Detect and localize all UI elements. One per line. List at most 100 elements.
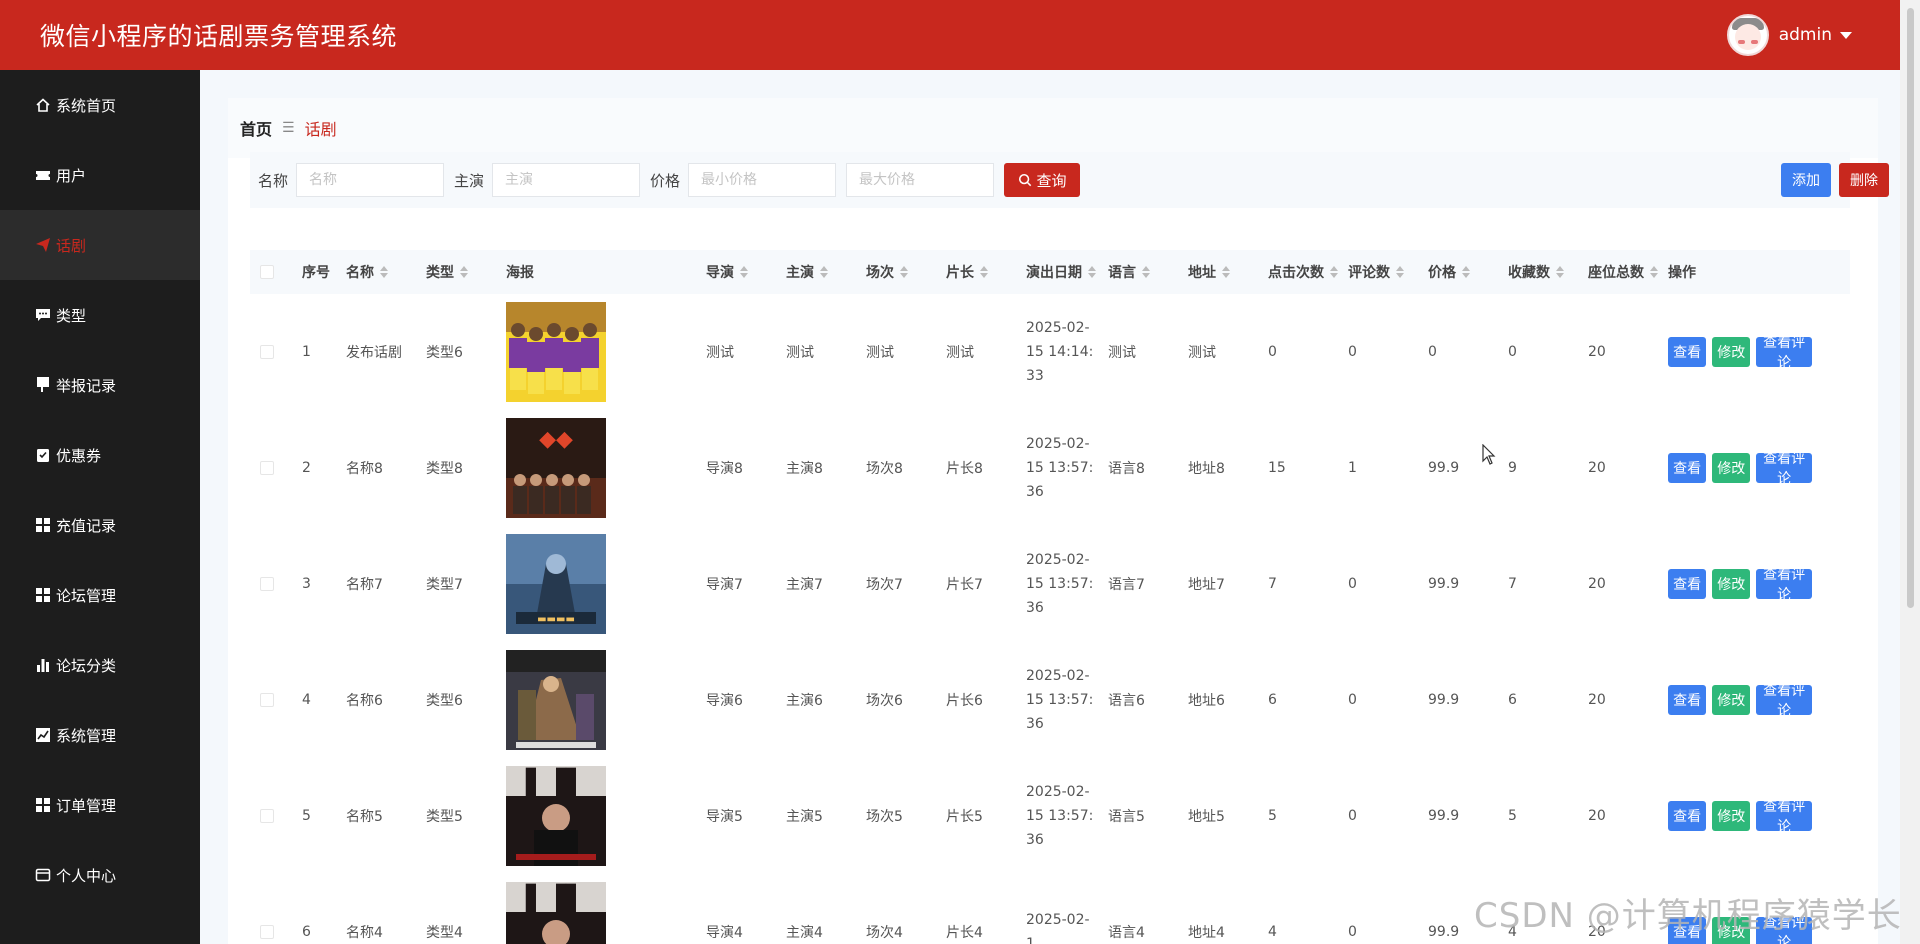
delete-button[interactable]: 删除 [1839,163,1889,197]
comment-icon [34,306,52,324]
table-row[interactable]: 5 名称5 类型5 ▌▐▌ 导演5 主演5 场次5 片长5 2025-02-15 13:57:3… [250,758,1850,874]
sidebar-item-report[interactable]: 举报记录 [0,350,200,420]
view-comments-button[interactable]: 查看评论 [1756,683,1812,719]
header-language[interactable]: 语言 [1108,262,1188,282]
view-button[interactable]: 查看 [1668,685,1707,715]
header-label: 操作 [1668,265,1696,281]
sort-caret-icon[interactable] [380,266,388,278]
scrollbar[interactable] [1900,0,1920,944]
cell-no: 3 [302,576,346,592]
sidebar-item-coupon[interactable]: 优惠券 [0,420,200,490]
breadcrumb-home[interactable]: 首页 [240,116,272,140]
sort-caret-icon[interactable] [900,266,908,278]
header-price[interactable]: 价格 [1428,262,1508,282]
header-comments[interactable]: 评论数 [1348,262,1428,282]
cell-text: 片长4 [946,925,983,941]
name-input[interactable] [296,163,445,197]
edit-button[interactable]: 修改 [1712,453,1751,483]
cell-director: 导演6 [706,690,786,710]
username[interactable]: admin [1779,25,1832,45]
actor-input[interactable] [492,163,641,197]
header-type[interactable]: 类型 [426,262,506,282]
sort-caret-icon[interactable] [740,266,748,278]
table-row[interactable]: 1 发布话剧 类型6 测试 测试 测试 测试 2025-02-15 14:14:33 测试 测试 0… [250,294,1850,410]
sort-caret-icon[interactable] [1462,266,1470,278]
row-checkbox[interactable] [260,693,274,707]
header-seats[interactable]: 座位总数 [1588,262,1668,282]
select-all-checkbox[interactable] [260,265,274,279]
header-name[interactable]: 名称 [346,262,426,282]
header-actor[interactable]: 主演 [786,262,866,282]
user-menu[interactable]: admin [1726,14,1900,56]
sort-caret-icon[interactable] [1650,266,1658,278]
row-checkbox[interactable] [260,577,274,591]
sort-caret-icon[interactable] [1556,266,1564,278]
add-button[interactable]: 添加 [1781,163,1831,197]
view-comments-button[interactable]: 查看评论 [1756,799,1812,835]
header-date[interactable]: 演出日期 [1026,262,1108,282]
sort-caret-icon[interactable] [1330,266,1338,278]
sidebar-item-label: 订单管理 [56,796,117,815]
sidebar-item-user[interactable]: 用户 [0,140,200,210]
cell-text: 测试 [706,345,734,361]
cell-text: 名称7 [346,577,383,593]
edit-button[interactable]: 修改 [1712,337,1751,367]
header-director[interactable]: 导演 [706,262,786,282]
sort-caret-icon[interactable] [460,266,468,278]
min-price-input[interactable] [688,163,837,197]
cell-text: 6 [302,924,311,940]
sidebar-item-forum[interactable]: 论坛管理 [0,560,200,630]
edit-button[interactable]: 修改 [1712,801,1751,831]
row-checkbox[interactable] [260,461,274,475]
sort-caret-icon[interactable] [1142,266,1150,278]
sidebar-item-forum-category[interactable]: 论坛分类 [0,630,200,700]
cell-duration: 片长7 [946,574,1026,594]
max-price-input[interactable] [846,163,995,197]
cell-clicks: 15 [1268,460,1348,476]
row-checkbox[interactable] [260,345,274,359]
header-session[interactable]: 场次 [866,262,946,282]
header-clicks[interactable]: 点击次数 [1268,262,1348,282]
row-checkbox[interactable] [260,925,274,939]
view-button[interactable]: 查看 [1668,337,1707,367]
view-button[interactable]: 查看 [1668,453,1707,483]
query-button[interactable]: 查询 [1004,163,1081,197]
header-address[interactable]: 地址 [1188,262,1268,282]
cell-text: 语言8 [1108,461,1145,477]
avatar[interactable] [1726,14,1769,56]
sort-caret-icon[interactable] [820,266,828,278]
caret-down-icon[interactable] [1840,31,1852,39]
cell-text: 场次8 [866,461,903,477]
sort-caret-icon[interactable] [1396,266,1404,278]
sidebar-item-orders[interactable]: 订单管理 [0,770,200,840]
sidebar-item-home[interactable]: 系统首页 [0,70,200,140]
view-comments-button[interactable]: 查看评论 [1756,451,1812,487]
sort-caret-icon[interactable] [980,266,988,278]
view-comments-button[interactable]: 查看评论 [1756,335,1812,371]
cell-text: 7 [1268,576,1277,592]
sort-caret-icon[interactable] [1222,266,1230,278]
sidebar-item-profile[interactable]: 个人中心 [0,840,200,910]
sidebar-item-system[interactable]: 系统管理 [0,700,200,770]
view-comments-button[interactable]: 查看评论 [1756,567,1812,603]
table-row[interactable]: 3 名称7 类型7 ▬▬▬▬ 导演7 主演7 场次7 片长7 2025-02-15 13:57:… [250,526,1850,642]
cell-type: 类型5 [426,806,506,826]
sidebar-item-recharge[interactable]: 充值记录 [0,490,200,560]
table-row[interactable]: 2 名称8 类型8 ◆◆ 导演8 主演8 场次8 片长8 2025-02-15 13:57:36… [250,410,1850,526]
scrollbar-thumb[interactable] [1907,8,1914,608]
grid-icon [34,796,52,814]
sidebar-item-type[interactable]: 类型 [0,280,200,350]
header-favorites[interactable]: 收藏数 [1508,262,1588,282]
header-duration[interactable]: 片长 [946,262,1026,282]
cell-favorites: 5 [1508,808,1588,824]
send-icon [34,236,52,254]
view-button[interactable]: 查看 [1668,801,1707,831]
sidebar-item-drama[interactable]: 话剧 [0,210,200,280]
row-checkbox[interactable] [260,809,274,823]
table-row[interactable]: 4 名称6 类型6 导演6 主演6 场次6 片长6 2025-02-15 13:57:36 语言… [250,642,1850,758]
sort-caret-icon[interactable] [1088,266,1096,278]
view-button[interactable]: 查看 [1668,569,1707,599]
cell-text: 2 [302,460,311,476]
edit-button[interactable]: 修改 [1712,569,1751,599]
edit-button[interactable]: 修改 [1712,685,1751,715]
